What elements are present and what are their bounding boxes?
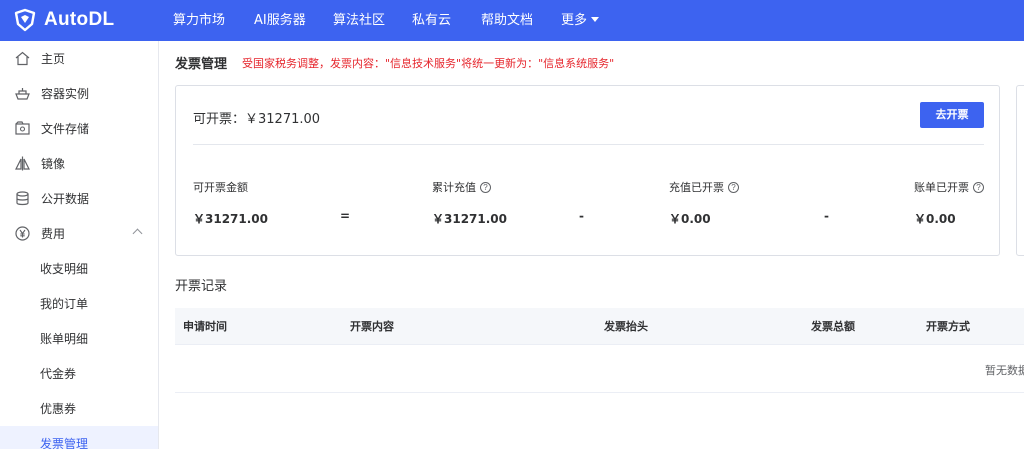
- nav-algorithm-community[interactable]: 算法社区: [333, 0, 385, 41]
- top-navbar: AutoDL 算力市场 AI服务器 算法社区 私有云 帮助文档 更多: [0, 0, 1024, 41]
- sidebar-subitem-transactions[interactable]: 收支明细: [0, 251, 158, 286]
- nav-more[interactable]: 更多: [561, 0, 600, 41]
- sidebar-subitem-bill-details[interactable]: 账单明细: [0, 321, 158, 356]
- stat-value-recharge-invoiced: ￥0.00: [669, 212, 711, 226]
- sidebar-subitem-label: 优惠券: [40, 402, 77, 416]
- records-title: 开票记录: [175, 279, 228, 294]
- sidebar-item-label: 文件存储: [41, 122, 90, 136]
- divider: [193, 144, 984, 145]
- records-empty-row: 暂无数据: [175, 345, 1024, 393]
- sidebar-subitem-orders[interactable]: 我的订单: [0, 286, 158, 321]
- sidebar-item-billing[interactable]: 费用: [0, 216, 158, 251]
- sidebar-item-mirror[interactable]: 镜像: [0, 146, 158, 181]
- sidebar-item-public-data[interactable]: 公开数据: [0, 181, 158, 216]
- stat-label-text: 账单已开票: [914, 181, 969, 194]
- stat-label-text: 充值已开票: [669, 181, 724, 194]
- stat-value-bill-invoiced: ￥0.00: [914, 212, 956, 226]
- column-header-title: 发票抬头: [604, 320, 648, 333]
- sidebar-subitem-invoice-management[interactable]: 发票管理: [0, 426, 158, 449]
- logo-text: AutoDL: [44, 9, 115, 30]
- sidebar-item-containers[interactable]: 容器实例: [0, 76, 158, 111]
- nav-private-cloud[interactable]: 私有云: [412, 0, 451, 41]
- database-icon: [14, 190, 31, 207]
- available-label: 可开票：: [193, 112, 246, 127]
- column-header-apply-time: 申请时间: [183, 320, 227, 333]
- column-header-amount: 发票总额: [811, 320, 855, 333]
- stat-label-total-recharge: 累计充值?: [432, 179, 491, 195]
- nav-ai-server[interactable]: AI服务器: [254, 0, 306, 41]
- sidebar-subitem-label: 发票管理: [40, 437, 89, 449]
- container-icon: [14, 85, 31, 102]
- operator-minus: -: [824, 209, 829, 223]
- operator-minus: -: [579, 209, 584, 223]
- sidebar-item-label: 公开数据: [41, 192, 90, 206]
- tax-notice: 受国家税务调整，发票内容："信息技术服务"将统一更新为："信息系统服务": [242, 57, 615, 70]
- side-card: [1016, 85, 1024, 256]
- operator-equals: =: [340, 209, 351, 223]
- help-icon[interactable]: ?: [480, 181, 491, 193]
- stat-label-recharge-invoiced: 充值已开票?: [669, 179, 739, 195]
- records-table-header: 申请时间 开票内容 发票抬头 发票总额 开票方式: [175, 308, 1024, 345]
- sidebar-subitem-label: 我的订单: [40, 297, 89, 311]
- available-value: ￥31271.00: [245, 112, 321, 127]
- column-header-content: 开票内容: [350, 320, 394, 333]
- chevron-up-icon: [132, 228, 143, 239]
- sidebar: 主页 容器实例 文件存储 镜像 公开数据 费用 收支明细 我的订单 账单明细 代…: [0, 41, 159, 449]
- available-invoice: 可开票：￥31271.00: [193, 108, 320, 127]
- stat-label-text: 可开票金额: [193, 181, 248, 194]
- help-icon[interactable]: ?: [973, 181, 984, 193]
- sidebar-item-file-storage[interactable]: 文件存储: [0, 111, 158, 146]
- nav-more-label: 更多: [561, 13, 588, 28]
- page-title: 发票管理: [175, 57, 228, 72]
- logo[interactable]: AutoDL: [13, 7, 114, 33]
- help-icon[interactable]: ?: [728, 181, 739, 193]
- sidebar-subitem-coupons[interactable]: 优惠券: [0, 391, 158, 426]
- caret-down-icon: [591, 17, 600, 22]
- issue-invoice-button[interactable]: 去开票: [920, 102, 984, 128]
- stat-label-text: 累计充值: [432, 181, 476, 194]
- sidebar-item-label: 主页: [41, 52, 66, 66]
- sidebar-item-label: 容器实例: [41, 87, 90, 101]
- nav-help-docs[interactable]: 帮助文档: [481, 0, 533, 41]
- stat-label-invoiceable: 可开票金额: [193, 179, 248, 195]
- home-icon: [14, 50, 31, 67]
- invoice-summary-card: 可开票：￥31271.00 去开票 可开票金额 累计充值? 充值已开票? 账单已…: [175, 85, 1000, 256]
- yen-icon: [14, 225, 31, 242]
- empty-text: 暂无数据: [985, 364, 1024, 377]
- column-header-method: 开票方式: [926, 320, 970, 333]
- stat-value-total-recharge: ￥31271.00: [432, 212, 508, 226]
- sidebar-subitem-vouchers[interactable]: 代金券: [0, 356, 158, 391]
- nav-compute-market[interactable]: 算力市场: [173, 0, 225, 41]
- sidebar-subitem-label: 代金券: [40, 367, 77, 381]
- sidebar-subitem-label: 收支明细: [40, 262, 89, 276]
- sidebar-item-label: 费用: [41, 227, 66, 241]
- mirror-icon: [14, 155, 31, 172]
- sidebar-subitem-label: 账单明细: [40, 332, 89, 346]
- sidebar-item-home[interactable]: 主页: [0, 41, 158, 76]
- stat-value-invoiceable: ￥31271.00: [193, 212, 269, 226]
- autodl-logo-icon: [13, 8, 37, 32]
- stat-label-bill-invoiced: 账单已开票?: [914, 179, 984, 195]
- storage-icon: [14, 120, 31, 137]
- sidebar-item-label: 镜像: [41, 157, 66, 171]
